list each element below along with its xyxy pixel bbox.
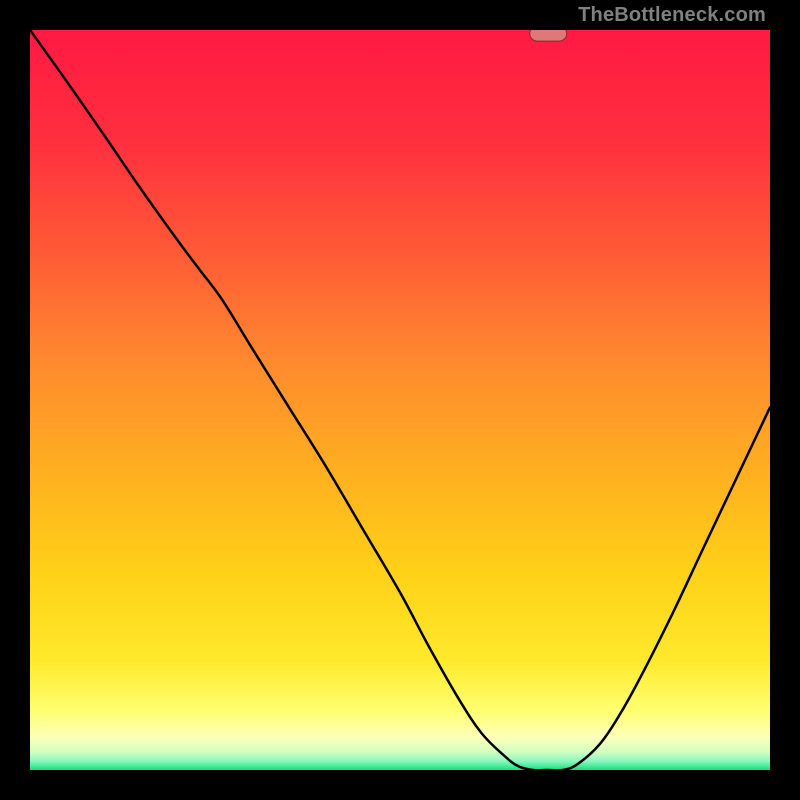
plot-area: [30, 30, 770, 770]
watermark-text: TheBottleneck.com: [578, 4, 766, 27]
background-gradient: [30, 30, 770, 770]
chart-frame: TheBottleneck.com: [0, 0, 800, 800]
optimal-point-marker: [529, 30, 567, 42]
